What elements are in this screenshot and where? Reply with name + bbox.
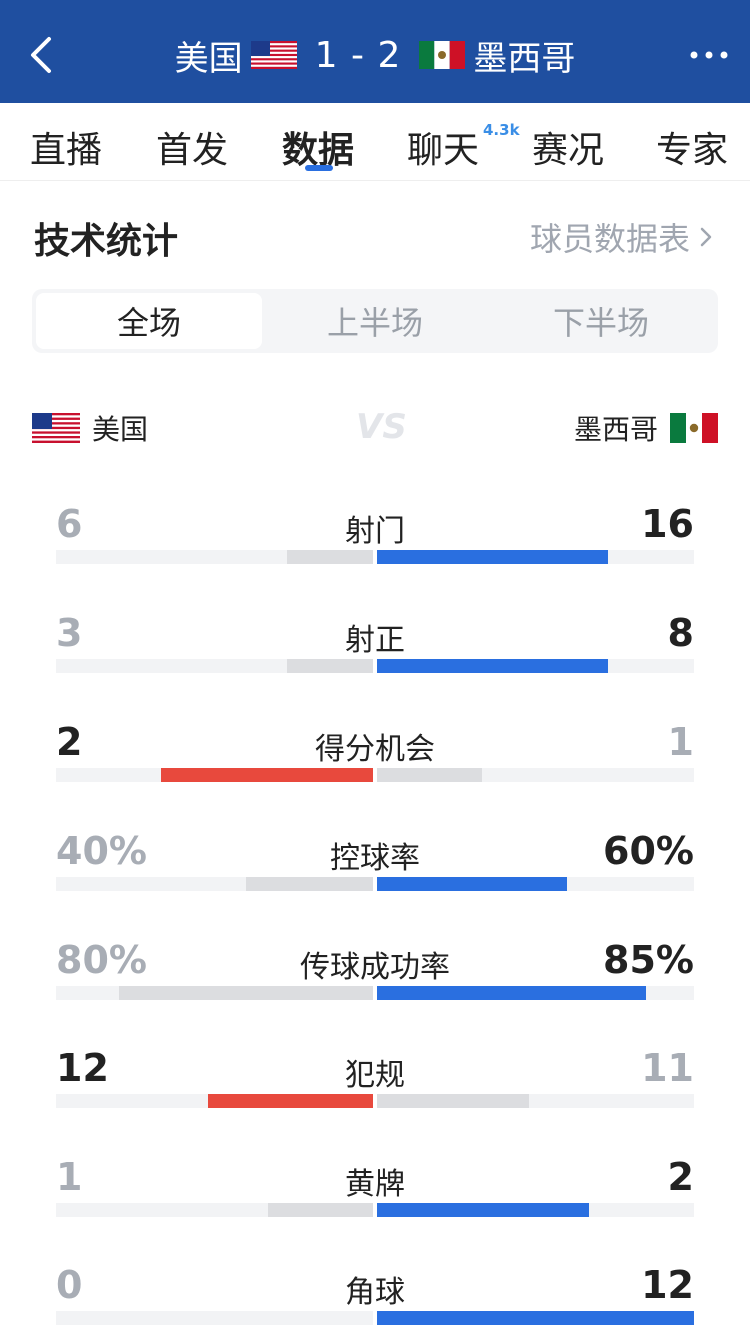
vs-icon: VS [356,407,407,447]
stat-right-value: 16 [641,502,694,546]
stat-row: 1 黄牌 2 [56,1155,694,1235]
stat-right-track [377,1094,694,1108]
mexico-flag-icon [419,41,466,69]
stat-right-value: 60% [603,829,694,873]
stat-right-track [377,768,694,782]
stat-label: 射门 [345,514,405,549]
stat-row: 0 角球 12 [56,1263,694,1343]
away-team-name: 墨西哥 [473,38,576,79]
stat-left-track [56,1094,373,1108]
stat-right-bar [377,1203,589,1217]
home-team-name: 美国 [174,38,243,79]
stat-row: 12 犯规 11 [56,1046,694,1126]
stat-left-track [56,1203,373,1217]
more-horizontal-icon [690,51,728,59]
player-stats-link-label: 球员数据表 [529,220,690,258]
stat-label: 角球 [345,1275,405,1310]
more-button[interactable] [684,30,734,80]
stat-right-bar [377,768,482,782]
teams-row: 美国 VS 墨西哥 [32,400,718,450]
scoreline: 美国 1 - 2 墨西哥 [0,30,750,80]
stat-right-bar [377,877,567,891]
stat-row: 40% 控球率 60% [56,829,694,909]
stat-label: 传球成功率 [300,950,450,985]
match-score: 1 - 2 [314,34,402,76]
right-team-name: 墨西哥 [573,413,658,446]
stat-right-bar [377,659,608,673]
usa-flag-icon [250,41,297,69]
active-tab-indicator [305,165,333,171]
stat-right-value: 12 [641,1263,694,1307]
section-title: 技术统计 [34,221,179,262]
stat-right-bar [377,986,646,1000]
stat-left-track [56,986,373,1000]
segment-second-half[interactable]: 下半场 [488,293,714,349]
chat-count-badge: 4.3k [483,121,520,139]
stat-right-value: 85% [603,938,694,982]
tab-bar: 直播 首发 数据 聊天 4.3k 赛况 专家 [0,103,750,181]
stat-left-bar [268,1203,373,1217]
player-stats-link[interactable]: 球员数据表 [530,214,714,260]
mexico-flag-icon [670,413,718,443]
stat-right-track [377,877,694,891]
tab-lineup[interactable]: 首发 [156,121,228,173]
stat-right-track [377,986,694,1000]
stat-label: 射正 [345,623,405,658]
stat-right-value: 1 [667,720,694,764]
stat-left-bar [161,768,373,782]
stat-left-track [56,659,373,673]
left-team: 美国 [32,408,148,448]
stat-row: 6 射门 16 [56,502,694,582]
stat-label: 控球率 [330,841,420,876]
stat-row: 2 得分机会 1 [56,720,694,800]
period-segmented-control: 全场 上半场 下半场 [32,289,718,353]
segment-first-half[interactable]: 上半场 [262,293,488,349]
left-team-name: 美国 [92,413,149,446]
stat-left-bar [246,877,373,891]
stat-right-bar [377,1094,529,1108]
stat-label: 得分机会 [315,732,435,767]
stat-right-bar [377,550,608,564]
stat-left-track [56,550,373,564]
stat-left-track [56,877,373,891]
stat-right-track [377,1203,694,1217]
stat-right-value: 2 [667,1155,694,1199]
stat-right-track [377,659,694,673]
tab-live[interactable]: 直播 [30,121,102,173]
usa-flag-icon [32,413,80,443]
stat-left-bar [287,550,373,564]
stat-left-bar [208,1094,373,1108]
stat-row: 80% 传球成功率 85% [56,938,694,1018]
chevron-right-icon [700,227,712,247]
match-header: 美国 1 - 2 墨西哥 [0,0,750,103]
stat-label: 犯规 [345,1058,405,1093]
tab-experts[interactable]: 专家 [656,121,728,173]
svg-text:VS: VS [356,407,407,447]
stat-right-bar [377,1311,694,1325]
tab-match-report[interactable]: 赛况 [532,121,604,173]
right-team: 墨西哥 [574,408,718,448]
stat-right-track [377,550,694,564]
tab-chat[interactable]: 聊天 [407,121,479,173]
stat-right-value: 8 [667,611,694,655]
stat-left-bar [287,659,373,673]
stat-right-track [377,1311,694,1325]
stat-label: 黄牌 [345,1167,405,1202]
segment-full-match[interactable]: 全场 [36,293,262,349]
stat-right-value: 11 [641,1046,694,1090]
stat-left-track [56,768,373,782]
stat-left-track [56,1311,373,1325]
stat-row: 3 射正 8 [56,611,694,691]
stat-left-bar [119,986,373,1000]
